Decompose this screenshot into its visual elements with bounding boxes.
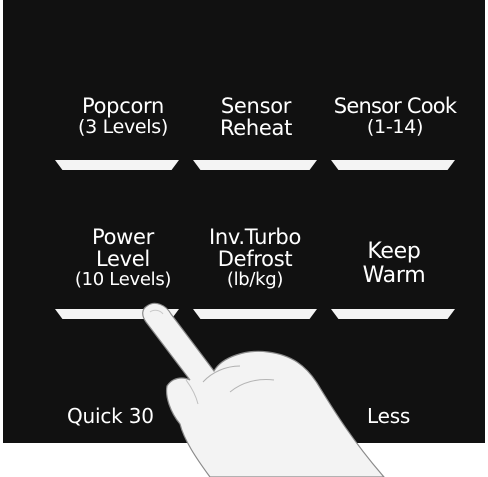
microwave-control-panel-figure: Popcorn (3 Levels) Sensor Reheat Sensor … [0,0,488,477]
pointing-hand-icon [142,302,385,477]
